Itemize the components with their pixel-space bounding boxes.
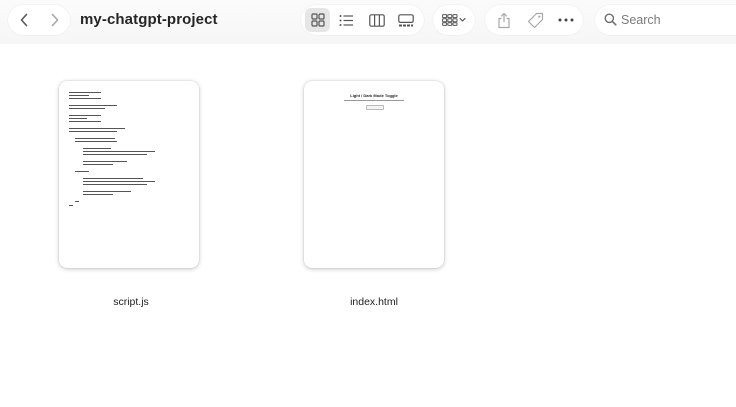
file-browser-area: script.js Light / Dark Mode Toggle index… [0, 44, 736, 407]
more-icon [558, 18, 574, 22]
finder-window: my-chatgpt-project Search script.js Ligh… [0, 0, 736, 407]
back-button[interactable] [8, 5, 39, 35]
list-view-button[interactable] [332, 5, 361, 35]
columns-icon [368, 13, 385, 27]
icon-view-button[interactable] [303, 5, 332, 35]
more-button[interactable] [550, 5, 582, 35]
group-by-button[interactable] [433, 5, 475, 35]
file-thumbnail-html: Light / Dark Mode Toggle [304, 81, 444, 268]
file-name-label: script.js [113, 296, 149, 308]
thumbnail-toggle-button [366, 105, 384, 110]
column-view-button[interactable] [362, 5, 391, 35]
list-icon [339, 14, 353, 26]
chevron-right-icon [51, 13, 58, 27]
window-title: my-chatgpt-project [80, 11, 218, 28]
group-by-icon [442, 14, 466, 26]
navigation-buttons [8, 5, 70, 35]
share-button[interactable] [488, 5, 520, 35]
file-thumbnail-code [59, 81, 199, 268]
gallery-icon [397, 13, 414, 26]
tag-button[interactable] [519, 5, 551, 35]
thumbnail-page-text [344, 100, 404, 101]
share-icon [498, 12, 510, 28]
action-buttons [485, 5, 583, 35]
toolbar: my-chatgpt-project [0, 0, 736, 44]
file-name-label: index.html [350, 296, 398, 308]
file-item-index-html[interactable]: Light / Dark Mode Toggle index.html [299, 81, 449, 321]
search-input[interactable] [621, 11, 731, 29]
search-field[interactable] [595, 5, 736, 35]
search-icon [604, 13, 617, 26]
chevron-left-icon [20, 13, 27, 27]
forward-button[interactable] [39, 5, 70, 35]
view-mode-buttons [301, 5, 424, 35]
grid-icon [310, 13, 325, 27]
tag-icon [527, 12, 543, 28]
gallery-view-button[interactable] [391, 5, 420, 35]
thumbnail-page-heading: Light / Dark Mode Toggle [350, 93, 398, 98]
file-item-script-js[interactable]: script.js [56, 81, 206, 321]
